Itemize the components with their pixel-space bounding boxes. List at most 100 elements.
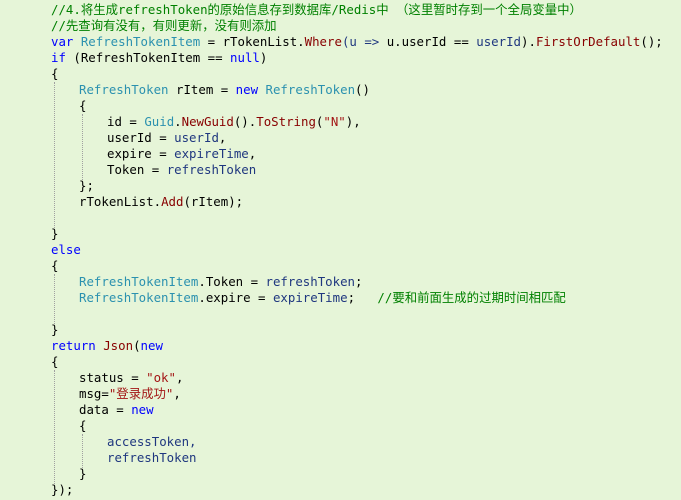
code-line[interactable]: //4.将生成refreshToken的原始信息存到数据库/Redis中 （这里… bbox=[51, 2, 582, 18]
code-token: "登录成功" bbox=[108, 386, 174, 401]
indent-guide bbox=[54, 370, 55, 484]
code-token: .expire = bbox=[198, 290, 273, 305]
code-line[interactable]: refreshToken bbox=[107, 450, 197, 466]
code-token: "ok" bbox=[146, 370, 176, 385]
code-line[interactable]: }; bbox=[79, 178, 94, 194]
code-token: } bbox=[79, 466, 87, 481]
code-line[interactable]: RefreshTokenItem.expire = expireTime; //… bbox=[79, 290, 566, 306]
code-token: RefreshToken bbox=[79, 82, 169, 97]
code-line[interactable]: { bbox=[79, 418, 86, 434]
code-line[interactable]: RefreshTokenItem.Token = refreshToken; bbox=[79, 274, 363, 290]
code-token: { bbox=[51, 66, 59, 81]
code-token: (u => bbox=[341, 34, 387, 49]
code-token: expireTime bbox=[174, 146, 249, 161]
code-token: { bbox=[51, 258, 59, 273]
code-token: expireTime bbox=[272, 290, 348, 305]
code-line[interactable]: } bbox=[51, 226, 58, 242]
code-token: , bbox=[175, 370, 184, 385]
code-token: ) bbox=[259, 50, 268, 65]
code-token: refreshToken bbox=[166, 162, 257, 177]
code-token: , bbox=[173, 386, 181, 401]
code-token: return bbox=[51, 338, 104, 353]
code-token: msg= bbox=[79, 386, 109, 401]
code-token: , bbox=[248, 146, 257, 161]
indent-guide bbox=[82, 114, 83, 180]
code-line[interactable]: userId = userId, bbox=[107, 130, 226, 146]
code-line[interactable]: else bbox=[51, 242, 81, 258]
code-line[interactable]: } bbox=[51, 322, 58, 338]
code-token: accessToken, bbox=[107, 434, 197, 449]
code-token: expire = bbox=[107, 146, 175, 161]
code-token: Token = bbox=[107, 162, 167, 177]
code-token: RefreshToken bbox=[265, 82, 356, 97]
code-token: else bbox=[51, 242, 81, 257]
code-token: { bbox=[79, 98, 87, 113]
indent-guide bbox=[54, 82, 55, 228]
code-line[interactable]: { bbox=[51, 66, 58, 82]
code-line[interactable]: msg="登录成功", bbox=[79, 386, 181, 402]
code-token: }); bbox=[51, 482, 74, 497]
code-line[interactable]: }); bbox=[51, 482, 73, 498]
code-token: .Token = bbox=[198, 274, 266, 289]
code-token: //先查询有没有，有则更新，没有则添加 bbox=[51, 18, 277, 33]
code-token: var bbox=[51, 34, 81, 49]
code-token: FirstOrDefault bbox=[535, 34, 641, 49]
code-editor[interactable]: //4.将生成refreshToken的原始信息存到数据库/Redis中 （这里… bbox=[0, 0, 681, 500]
code-token: RefreshTokenItem bbox=[79, 290, 199, 305]
code-token: new bbox=[131, 402, 154, 417]
indent-guide bbox=[54, 274, 55, 324]
code-token: , bbox=[218, 130, 227, 145]
code-line[interactable]: accessToken, bbox=[107, 434, 197, 450]
code-token: } bbox=[51, 226, 59, 241]
code-token: { bbox=[51, 354, 59, 369]
code-line[interactable]: //先查询有没有，有则更新，没有则添加 bbox=[51, 18, 277, 34]
code-token: data = bbox=[79, 402, 132, 417]
code-line[interactable]: rTokenList.Add(rItem); bbox=[79, 194, 243, 210]
indent-guide bbox=[82, 434, 83, 468]
code-token: RefreshTokenItem bbox=[79, 274, 199, 289]
code-token: if bbox=[51, 50, 74, 65]
code-token: () bbox=[355, 82, 370, 97]
code-line[interactable]: if (RefreshTokenItem == null) bbox=[51, 50, 267, 66]
code-line[interactable]: { bbox=[79, 98, 86, 114]
code-token: ), bbox=[345, 114, 361, 129]
code-token: rTokenList. bbox=[79, 194, 162, 209]
code-token: (RefreshTokenItem == bbox=[73, 50, 231, 65]
code-token: u.userId == bbox=[386, 34, 477, 49]
code-token: "N" bbox=[323, 114, 346, 129]
code-line[interactable]: } bbox=[79, 466, 86, 482]
code-token: new bbox=[140, 338, 163, 353]
code-line[interactable]: id = Guid.NewGuid().ToString("N"), bbox=[107, 114, 361, 130]
code-token: (); bbox=[640, 34, 663, 49]
code-line[interactable]: expire = expireTime, bbox=[107, 146, 256, 162]
code-token: Where bbox=[304, 34, 342, 49]
code-token: . bbox=[174, 114, 182, 129]
code-token: status = bbox=[79, 370, 147, 385]
code-line[interactable]: return Json(new bbox=[51, 338, 163, 354]
code-line[interactable]: data = new bbox=[79, 402, 154, 418]
code-line[interactable]: Token = refreshToken bbox=[107, 162, 256, 178]
code-token: } bbox=[51, 322, 59, 337]
code-token: Add bbox=[161, 194, 184, 209]
code-token: id = bbox=[107, 114, 145, 129]
code-token: //要和前面生成的过期时间相匹配 bbox=[377, 290, 566, 305]
code-token: userId bbox=[174, 130, 219, 145]
code-token: ToString bbox=[256, 114, 316, 129]
code-token: ; bbox=[347, 290, 378, 305]
code-token: ( bbox=[133, 338, 141, 353]
code-token: { bbox=[79, 418, 87, 433]
code-token: new bbox=[235, 82, 266, 97]
code-token: refreshToken bbox=[107, 450, 197, 465]
code-line[interactable]: { bbox=[51, 258, 58, 274]
code-token: ; bbox=[355, 274, 363, 289]
code-token: rItem = bbox=[168, 82, 236, 97]
code-token: Guid bbox=[144, 114, 175, 129]
code-line[interactable]: { bbox=[51, 354, 58, 370]
code-line[interactable]: status = "ok", bbox=[79, 370, 183, 386]
code-token: userId = bbox=[107, 130, 175, 145]
code-token: userId bbox=[476, 34, 522, 49]
code-token: (rItem); bbox=[183, 194, 244, 209]
code-line[interactable]: var RefreshTokenItem = rTokenList.Where(… bbox=[51, 34, 663, 50]
code-token: NewGuid bbox=[181, 114, 234, 129]
code-line[interactable]: RefreshToken rItem = new RefreshToken() bbox=[79, 82, 370, 98]
